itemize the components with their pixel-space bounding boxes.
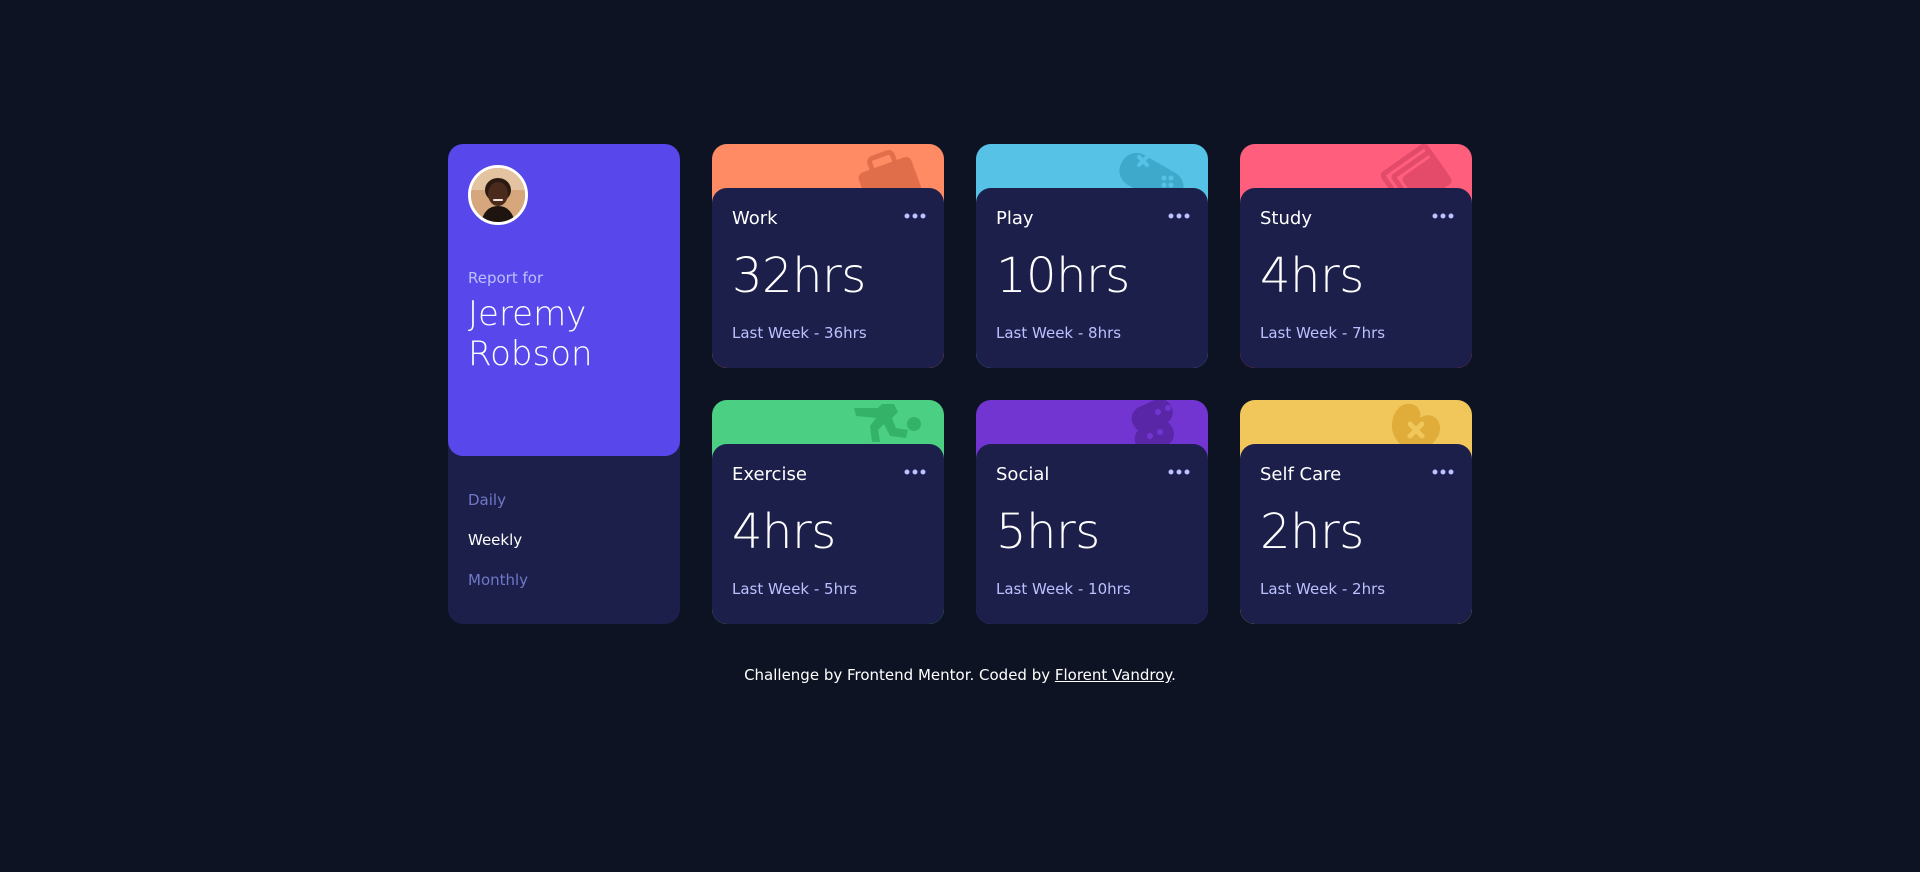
profile-card: Report for Jeremy Robson Daily Weekly Mo…: [448, 144, 680, 624]
card-exercise: Exercise 4hrs Last Week - 5hrs: [712, 400, 944, 624]
avatar: [468, 165, 528, 225]
user-last-name: Robson: [468, 334, 593, 374]
attribution-footer: Challenge by Frontend Mentor. Coded by F…: [0, 666, 1920, 684]
user-first-name: Jeremy: [468, 294, 587, 334]
ellipsis-icon[interactable]: [1432, 212, 1454, 220]
period-daily[interactable]: Daily: [468, 490, 528, 530]
period-selector: Daily Weekly Monthly: [468, 490, 528, 610]
card-hours: 32hrs: [732, 248, 866, 304]
card-previous: Last Week - 5hrs: [732, 580, 858, 598]
card-study: Study 4hrs Last Week - 7hrs: [1240, 144, 1472, 368]
card-body: Self Care 2hrs Last Week - 2hrs: [1240, 444, 1472, 624]
card-social: Social 5hrs Last Week - 10hrs: [976, 400, 1208, 624]
card-body: Exercise 4hrs Last Week - 5hrs: [712, 444, 944, 624]
attribution-text: Challenge by Frontend Mentor. Coded by: [744, 666, 1055, 684]
card-hours: 5hrs: [996, 504, 1100, 560]
card-work: Work 32hrs Last Week - 36hrs: [712, 144, 944, 368]
card-hours: 2hrs: [1260, 504, 1364, 560]
card-previous: Last Week - 7hrs: [1260, 324, 1386, 342]
report-for-label: Report for: [468, 269, 544, 287]
ellipsis-icon[interactable]: [904, 212, 926, 220]
card-previous: Last Week - 36hrs: [732, 324, 867, 342]
card-title: Self Care: [1260, 464, 1342, 485]
card-title: Work: [732, 208, 778, 229]
card-title: Social: [996, 464, 1050, 485]
period-monthly[interactable]: Monthly: [468, 570, 528, 610]
card-previous: Last Week - 8hrs: [996, 324, 1122, 342]
card-body: Study 4hrs Last Week - 7hrs: [1240, 188, 1472, 368]
card-title: Play: [996, 208, 1034, 229]
card-hours: 4hrs: [732, 504, 836, 560]
card-title: Exercise: [732, 464, 807, 485]
card-play: Play 10hrs Last Week - 8hrs: [976, 144, 1208, 368]
ellipsis-icon[interactable]: [904, 468, 926, 476]
card-hours: 10hrs: [996, 248, 1130, 304]
card-body: Play 10hrs Last Week - 8hrs: [976, 188, 1208, 368]
ellipsis-icon[interactable]: [1432, 468, 1454, 476]
card-self-care: Self Care 2hrs Last Week - 2hrs: [1240, 400, 1472, 624]
time-tracking-dashboard: Report for Jeremy Robson Daily Weekly Mo…: [448, 144, 1472, 624]
card-title: Study: [1260, 208, 1312, 229]
user-name: Jeremy Robson: [468, 294, 668, 374]
card-previous: Last Week - 10hrs: [996, 580, 1131, 598]
period-weekly[interactable]: Weekly: [468, 530, 528, 570]
card-previous: Last Week - 2hrs: [1260, 580, 1386, 598]
ellipsis-icon[interactable]: [1168, 212, 1190, 220]
author-link[interactable]: Florent Vandroy: [1055, 666, 1171, 684]
ellipsis-icon[interactable]: [1168, 468, 1190, 476]
card-hours: 4hrs: [1260, 248, 1364, 304]
card-body: Work 32hrs Last Week - 36hrs: [712, 188, 944, 368]
profile-header: Report for Jeremy Robson: [448, 144, 680, 456]
card-body: Social 5hrs Last Week - 10hrs: [976, 444, 1208, 624]
attribution-period: .: [1171, 666, 1176, 684]
